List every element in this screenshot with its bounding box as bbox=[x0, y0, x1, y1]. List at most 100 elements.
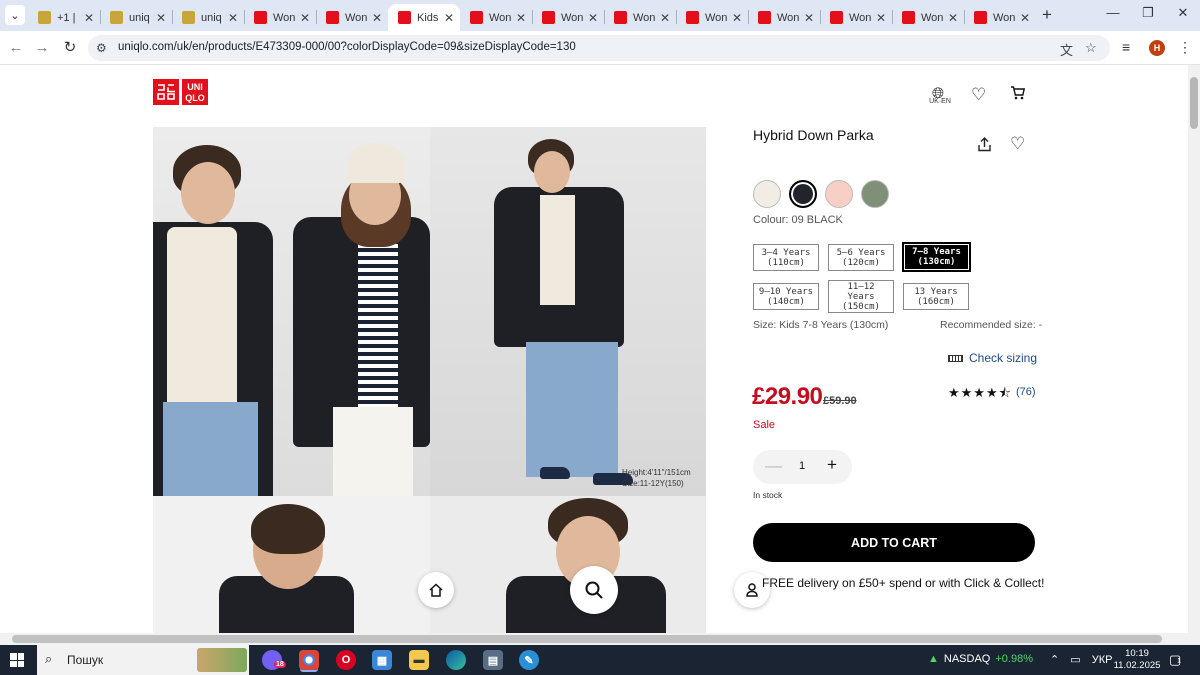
size-option[interactable]: 13 Years (160cm) bbox=[903, 283, 969, 310]
tab-close-icon[interactable]: ✕ bbox=[948, 11, 958, 25]
tab-title[interactable]: uniq bbox=[201, 12, 224, 24]
tab-title[interactable]: Won bbox=[273, 12, 296, 24]
add-to-cart-button[interactable]: ADD TO CART bbox=[753, 523, 1035, 562]
tab-title[interactable]: uniq bbox=[129, 12, 152, 24]
translate-icon[interactable]: 文 bbox=[1060, 40, 1073, 59]
forward-button[interactable]: → bbox=[32, 38, 52, 58]
clock[interactable]: 10:19 11.02.2025 bbox=[1112, 648, 1162, 672]
viber-icon[interactable]: 18 bbox=[262, 650, 286, 670]
favorite-heart-icon[interactable]: ♡ bbox=[1010, 134, 1025, 154]
tab-title[interactable]: Kids bbox=[417, 12, 440, 24]
taskbar-search-label[interactable]: Пошук bbox=[67, 653, 103, 667]
browser-tab[interactable]: Won ✕ bbox=[604, 4, 676, 31]
tab-title[interactable]: Won bbox=[345, 12, 368, 24]
quantity-increase-button[interactable]: + bbox=[827, 455, 837, 475]
home-float-button[interactable] bbox=[418, 572, 454, 608]
tab-title[interactable]: Won bbox=[489, 12, 512, 24]
tab-title[interactable]: Won bbox=[705, 12, 728, 24]
bookmark-star-icon[interactable]: ☆ bbox=[1085, 40, 1097, 56]
product-photo-back[interactable] bbox=[153, 496, 430, 633]
colour-swatch[interactable] bbox=[789, 180, 817, 208]
colour-swatch[interactable] bbox=[753, 180, 781, 208]
close-window-button[interactable]: ✕ bbox=[1168, 5, 1198, 21]
reload-button[interactable]: ↻ bbox=[60, 38, 80, 58]
paint-icon[interactable]: ✎ bbox=[519, 650, 539, 670]
store-icon[interactable]: ▦ bbox=[372, 650, 392, 670]
file-explorer-icon[interactable]: ▬ bbox=[409, 650, 429, 670]
profile-avatar[interactable]: H bbox=[1149, 40, 1165, 56]
tab-close-icon[interactable]: ✕ bbox=[372, 11, 382, 25]
product-photo-portrait[interactable] bbox=[430, 496, 706, 633]
tab-title[interactable]: Won bbox=[849, 12, 872, 24]
tab-title[interactable]: +1 | bbox=[57, 12, 80, 24]
language-label[interactable]: UK·EN bbox=[928, 98, 952, 105]
tab-close-icon[interactable]: ✕ bbox=[300, 11, 310, 25]
tab-close-icon[interactable]: ✕ bbox=[732, 11, 742, 25]
size-option[interactable]: 9–10 Years (140cm) bbox=[753, 283, 819, 310]
media-control-icon[interactable]: ≡ bbox=[1122, 39, 1130, 55]
browser-tab[interactable]: Won ✕ bbox=[316, 4, 388, 31]
tab-title[interactable]: Won bbox=[633, 12, 656, 24]
browser-tab[interactable]: Won ✕ bbox=[748, 4, 820, 31]
browser-tab[interactable]: Won ✕ bbox=[676, 4, 748, 31]
tab-close-icon[interactable]: ✕ bbox=[876, 11, 886, 25]
size-option[interactable]: 7–8 Years (130cm) bbox=[902, 242, 971, 272]
reviews-link[interactable]: (76) bbox=[1016, 386, 1036, 398]
product-photo-full-length[interactable] bbox=[430, 127, 706, 496]
check-sizing-text[interactable]: Check sizing bbox=[969, 351, 1037, 365]
quantity-decrease-button[interactable]: — bbox=[765, 456, 782, 476]
tab-search-button[interactable]: ⌄ bbox=[5, 5, 25, 25]
site-info-icon[interactable]: ⚙ bbox=[96, 41, 107, 55]
colour-swatch[interactable] bbox=[861, 180, 889, 208]
browser-tab[interactable]: Won ✕ bbox=[964, 4, 1036, 31]
notification-icon[interactable]: ▢ 1 bbox=[1169, 652, 1181, 668]
tab-close-icon[interactable]: ✕ bbox=[84, 11, 94, 25]
browser-tab[interactable]: +1 | ✕ bbox=[28, 4, 100, 31]
taskbar-search-box[interactable]: ⌕ Пошук bbox=[37, 645, 249, 675]
horizontal-scroll-thumb[interactable] bbox=[12, 635, 1162, 643]
edge-icon[interactable] bbox=[446, 650, 466, 670]
size-option[interactable]: 11–12 Years (150cm) bbox=[828, 280, 894, 313]
tab-title[interactable]: Won bbox=[561, 12, 584, 24]
browser-tab[interactable]: Won ✕ bbox=[460, 4, 532, 31]
browser-tab[interactable]: Won ✕ bbox=[820, 4, 892, 31]
opera-icon[interactable]: O bbox=[336, 650, 356, 670]
tab-close-icon[interactable]: ✕ bbox=[588, 11, 598, 25]
check-sizing-link[interactable]: Check sizing bbox=[948, 351, 1037, 365]
url-text[interactable]: uniqlo.com/uk/en/products/E473309-000/00… bbox=[118, 41, 576, 53]
browser-tab[interactable]: uniq ✕ bbox=[172, 4, 244, 31]
tab-title[interactable]: Won bbox=[777, 12, 800, 24]
tab-close-icon[interactable]: ✕ bbox=[1020, 11, 1030, 25]
minimize-button[interactable]: — bbox=[1098, 5, 1128, 20]
uniqlo-logo[interactable]: UNI QLO bbox=[153, 79, 208, 105]
browser-tab[interactable]: Won ✕ bbox=[244, 4, 316, 31]
browser-menu-icon[interactable]: ⋮ bbox=[1178, 39, 1192, 56]
language-indicator[interactable]: УКР bbox=[1092, 654, 1113, 666]
size-option[interactable]: 5–6 Years (120cm) bbox=[828, 244, 894, 271]
browser-tab[interactable]: uniq ✕ bbox=[100, 4, 172, 31]
back-button[interactable]: ← bbox=[6, 38, 26, 58]
tab-title[interactable]: Won bbox=[921, 12, 944, 24]
address-bar[interactable]: ⚙ uniqlo.com/uk/en/products/E473309-000/… bbox=[88, 35, 1110, 61]
horizontal-scrollbar[interactable] bbox=[0, 633, 1200, 645]
windows-start-icon[interactable] bbox=[10, 653, 24, 667]
size-option[interactable]: 3–4 Years (110cm) bbox=[753, 244, 819, 271]
chrome-icon[interactable] bbox=[299, 650, 319, 670]
share-icon[interactable] bbox=[977, 137, 992, 156]
tab-title[interactable]: Won bbox=[993, 12, 1016, 24]
nasdaq-widget[interactable]: ▲ NASDAQ +0.98% bbox=[928, 653, 1033, 665]
new-tab-button[interactable]: + bbox=[1038, 5, 1056, 25]
tab-close-icon[interactable]: ✕ bbox=[804, 11, 814, 25]
tab-close-icon[interactable]: ✕ bbox=[660, 11, 670, 25]
calculator-icon[interactable]: ▤ bbox=[483, 650, 503, 670]
tray-chevron-icon[interactable]: ⌃ bbox=[1050, 654, 1059, 666]
tab-close-icon[interactable]: ✕ bbox=[228, 11, 238, 25]
browser-tab[interactable]: Won ✕ bbox=[892, 4, 964, 31]
restore-button[interactable]: ❐ bbox=[1133, 5, 1163, 21]
search-float-button[interactable] bbox=[570, 566, 618, 614]
quantity-value[interactable]: 1 bbox=[799, 460, 805, 472]
tab-close-icon[interactable]: ✕ bbox=[156, 11, 166, 25]
browser-tab[interactable]: Kids ✕ bbox=[388, 4, 460, 31]
network-icon[interactable]: ▭ bbox=[1070, 654, 1080, 666]
vertical-scrollbar[interactable] bbox=[1188, 65, 1200, 633]
